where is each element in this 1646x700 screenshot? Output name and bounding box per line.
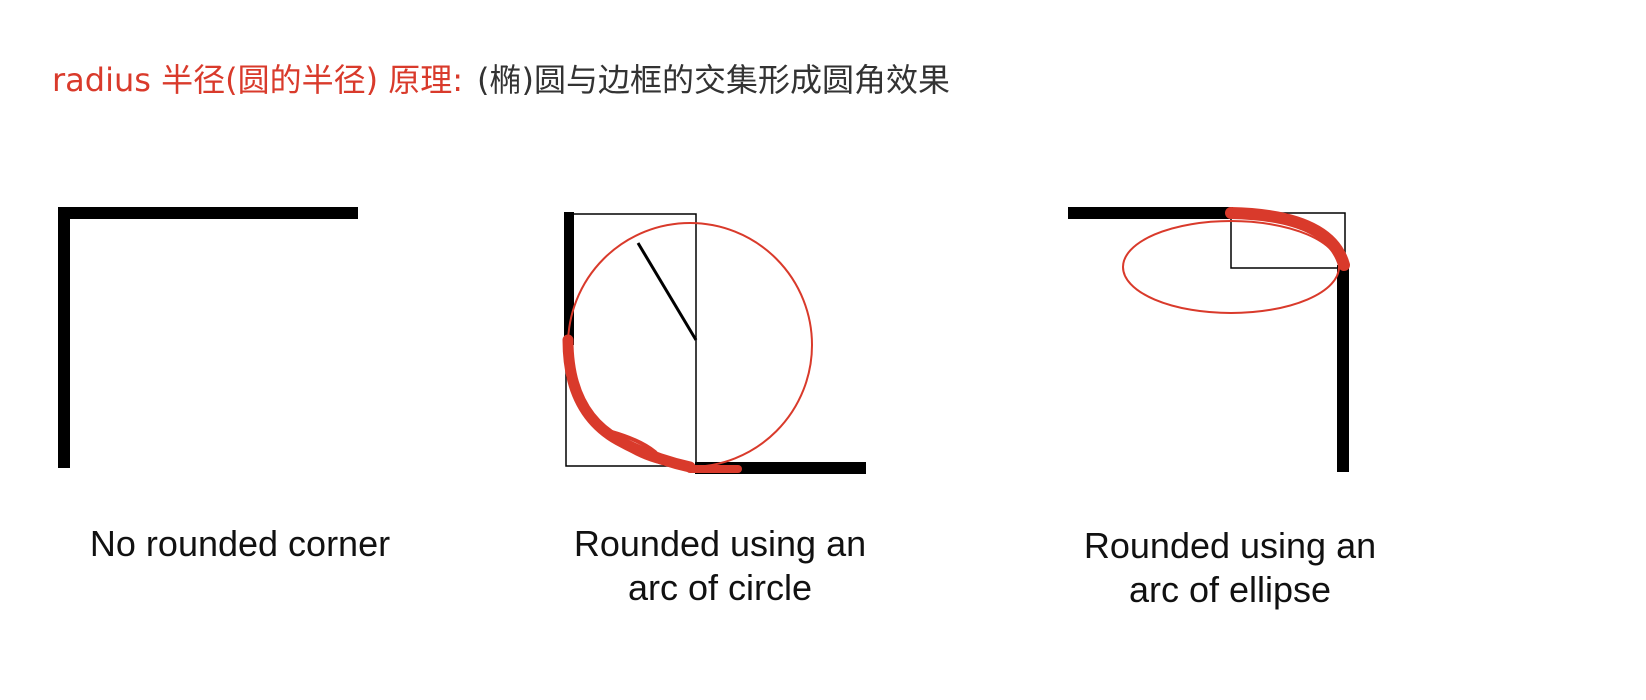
caption-line-2: arc of circle (627, 567, 813, 608)
caption-line-1: Rounded using an (1083, 525, 1377, 566)
panel-circle-arc (562, 212, 866, 474)
caption-circle-arc: Rounded using an arc of circle (520, 522, 920, 610)
panel-no-rounded-corner (58, 207, 358, 468)
radius-line (636, 242, 698, 341)
caption-line-1: Rounded using an (573, 523, 867, 564)
rounded-arc-highlight (562, 334, 696, 473)
panel-ellipse-arc (1068, 207, 1350, 472)
caption-ellipse-arc: Rounded using an arc of ellipse (1040, 524, 1420, 612)
caption-no-rounded-corner: No rounded corner (40, 522, 440, 566)
caption-line-2: arc of ellipse (1128, 569, 1332, 610)
corner-bounding-box (565, 213, 697, 467)
caption-line: No rounded corner (89, 523, 391, 564)
